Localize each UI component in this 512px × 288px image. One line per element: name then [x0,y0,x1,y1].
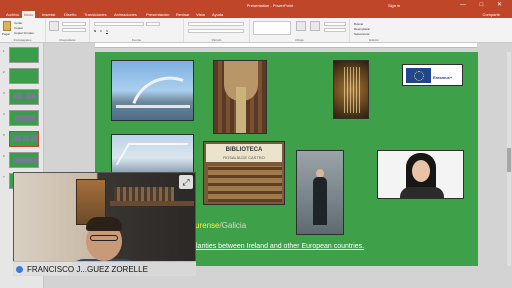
account-link[interactable]: Sign in [388,3,400,8]
italic-icon[interactable]: K [100,29,102,33]
erasmus-logo-text: Erasmus+ [433,75,453,80]
powerpoint-window: Presentation - PowerPoint Sign in — □ ✕ … [0,0,512,288]
arrange-button[interactable] [296,21,306,31]
format-painter-button[interactable]: Copiar formato [14,31,34,35]
tab-help[interactable]: Ayuda [210,11,225,18]
paragraph-group: Párrafo [184,19,250,42]
cut-button[interactable]: Cortar [14,21,22,25]
paragraph-label: Párrafo [211,38,222,42]
tab-design[interactable]: Diseño [62,11,78,18]
ribbon-tabs: Archivo Inicio Insertar Diseño Transicio… [0,10,512,18]
location-text[interactable]: urense/Galicia [195,221,246,230]
tab-transitions[interactable]: Transiciones [82,11,109,18]
tab-home[interactable]: Inicio [22,11,36,18]
title-bar: Presentation - PowerPoint Sign in — □ ✕ [0,0,512,10]
participant-name-bar: FRANCISCO J...GUEZ ZORELLE [13,261,196,276]
slide-thumbnail-selected[interactable] [9,131,39,147]
new-slide-button[interactable] [49,21,59,31]
tab-review[interactable]: Revisar [174,11,192,18]
shape-fill-button[interactable] [324,22,346,26]
slide-thumbnail[interactable] [9,68,39,84]
scrollbar-thumb[interactable] [507,148,511,172]
find-button[interactable]: Buscar [354,22,363,26]
clipboard-group: Pegar Cortar Copiar Copiar formato Porta… [0,19,46,42]
singer-portrait-photo[interactable] [377,150,464,199]
quick-styles-button[interactable] [310,21,320,31]
tab-insert[interactable]: Insertar [40,11,58,18]
eu-flag-icon [406,68,431,83]
slides-label: Diapositivas [59,38,76,42]
biblioteca-sign: BIBLIOTECA ROSALÍA DE CASTRO [206,144,282,162]
location-city: urense [195,221,220,230]
select-button[interactable]: Seleccionar [354,32,370,36]
window-title: Presentation - PowerPoint [246,3,294,8]
slide-description-link[interactable]: larities between Ireland and other Europ… [196,243,364,250]
tab-file[interactable]: Archivo [4,11,21,18]
thumb-number: 5 [3,133,5,137]
drawing-label: Dibujo [295,38,304,42]
tab-view[interactable]: Vista [194,11,207,18]
slide-thumbnail[interactable] [9,152,39,168]
reset-button[interactable] [62,28,86,32]
replace-button[interactable]: Reemplazar [354,27,370,31]
shape-outline-button[interactable] [324,28,346,32]
samuel-beckett-bridge-photo[interactable] [111,60,194,121]
thumb-number: 2 [3,70,5,74]
window-controls[interactable]: — □ ✕ [460,1,508,8]
font-name-select[interactable] [94,22,144,26]
font-size-select[interactable] [146,22,160,26]
microphone-icon [16,266,23,273]
thumb-number: 1 [3,49,5,53]
tab-animations[interactable]: Animaciones [112,11,139,18]
ribbon-body: Pegar Cortar Copiar Copiar formato Porta… [0,18,512,43]
vertical-scrollbar[interactable] [507,52,511,266]
paste-icon[interactable] [3,21,11,31]
underline-icon[interactable]: S [106,29,108,33]
thumb-number: 7 [3,175,5,179]
paste-button[interactable]: Pegar [2,32,10,36]
editing-group: Buscar Reemplazar Seleccionar Edición [350,19,398,42]
erasmus-plus-logo[interactable]: Erasmus+ [402,64,463,86]
biblioteca-sign-title: BIBLIOTECA [225,147,263,153]
editing-label: Edición [369,38,379,42]
thumb-number: 6 [3,154,5,158]
align-buttons[interactable] [188,29,244,33]
thumb-number: 3 [3,91,5,95]
slides-group: Diapositivas [46,19,90,42]
thumb-number: 4 [3,112,5,116]
long-room-library-photo[interactable] [213,60,267,134]
clipboard-label: Portapapeles [13,38,32,42]
tab-slideshow[interactable]: Presentación [144,11,171,18]
list-buttons[interactable] [188,22,244,26]
celtic-harp-photo[interactable] [333,60,369,119]
font-group: N K S Fuente [90,19,184,42]
slide-thumbnail[interactable] [9,47,39,63]
participant-name: FRANCISCO J...GUEZ ZORELLE [27,265,148,274]
biblioteca-sign-subtitle: ROSALÍA DE CASTRO [223,155,265,160]
horizontal-ruler [95,43,477,48]
cable-bridge-photo[interactable] [111,134,194,174]
drawing-group: Dibujo [250,19,350,42]
slide-thumbnail[interactable] [9,89,39,105]
share-button[interactable]: Compartir [482,12,500,17]
biblioteca-photo[interactable]: BIBLIOTECA ROSALÍA DE CASTRO [203,141,285,205]
font-label: Fuente [131,38,142,42]
slide-thumbnail[interactable] [9,110,39,126]
location-region: Galicia [221,221,247,230]
bagpiper-photo[interactable] [296,150,344,235]
layout-button[interactable] [62,22,86,26]
shapes-gallery[interactable] [253,21,291,35]
expand-icon[interactable]: ⤢ [179,175,193,189]
bold-icon[interactable]: N [94,29,96,33]
copy-button[interactable]: Copiar [14,26,23,30]
